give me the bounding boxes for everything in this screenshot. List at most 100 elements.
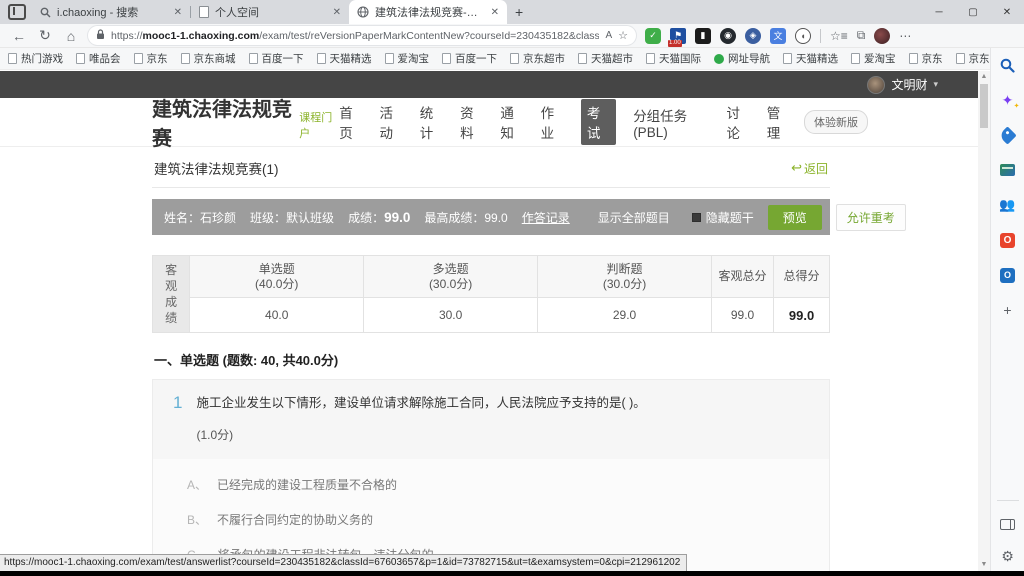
new-version-button[interactable]: 体验新版 [804, 110, 868, 134]
sidebar-panel-icon[interactable] [999, 515, 1017, 533]
outlook-icon[interactable]: O [999, 266, 1017, 284]
read-aloud-icon[interactable]: A [605, 30, 612, 41]
nav-materials[interactable]: 资料 [460, 102, 483, 142]
nav-stats[interactable]: 统计 [420, 102, 443, 142]
search-favicon-icon [40, 7, 51, 18]
user-menu[interactable]: 文明财 ▾ [867, 76, 938, 94]
tab-close-icon[interactable]: ✕ [174, 7, 182, 18]
bookmark[interactable]: 天猫精选 [783, 51, 838, 66]
settings-gear-icon[interactable]: ⚙ [999, 547, 1017, 565]
nav-notice[interactable]: 通知 [500, 102, 523, 142]
collections-icon[interactable]: ⧉ [857, 28, 866, 43]
close-button[interactable]: ✕ [990, 0, 1024, 24]
score: 成绩：99.0 [348, 209, 410, 226]
edge-sidebar: ✦ 👥 O O + ⚙ [990, 48, 1024, 571]
compass-extension-icon[interactable]: ◈ [745, 28, 761, 44]
people-icon[interactable]: 👥 [999, 196, 1017, 214]
class-name: 班级：默认班级 [250, 209, 334, 226]
window-controls: ─ ▢ ✕ [922, 0, 1024, 24]
bookmark[interactable]: 京东超市 [510, 51, 565, 66]
show-all-questions[interactable]: 显示全部题目 [598, 209, 670, 226]
nav-homework[interactable]: 作业 [541, 102, 564, 142]
browser-tab-active[interactable]: 建筑法律法规竞赛-考试 ✕ [349, 0, 507, 24]
copilot-icon[interactable]: ✦ [999, 91, 1017, 109]
bookmark[interactable]: 爱淘宝 [385, 51, 430, 66]
home-icon[interactable]: ⌂ [58, 28, 84, 44]
toolbar-divider [820, 29, 821, 43]
bookmark[interactable]: 京东商城 [181, 51, 236, 66]
bookmark[interactable]: 网址导航 [714, 51, 770, 66]
nav-exam-active[interactable]: 考试 [581, 99, 616, 145]
site-header: 建筑法律法规竞赛 课程门户 首页 活动 统计 资料 通知 作业 考试 分组任务(… [0, 98, 978, 147]
cookie-extension-icon[interactable]: ◖ [795, 28, 811, 44]
option-b[interactable]: B、不履行合同约定的协助义务的 [187, 502, 809, 537]
page-favicon-icon [199, 6, 209, 18]
main-nav: 首页 活动 统计 资料 通知 作业 考试 分组任务(PBL) 讨论 管理 [339, 99, 790, 145]
browser-profile-avatar[interactable] [874, 28, 890, 44]
course-portal-link[interactable]: 课程门户 [299, 109, 339, 141]
flag-extension-icon[interactable]: ⚑1.00 [670, 28, 686, 44]
nav-manage[interactable]: 管理 [767, 102, 790, 142]
answer-record-link[interactable]: 作答记录 [522, 209, 570, 226]
favorites-list-icon[interactable]: ☆≡ [830, 29, 848, 43]
maximize-button[interactable]: ▢ [956, 0, 990, 24]
bookmark[interactable]: 百度一下 [249, 51, 304, 66]
allow-retake-button[interactable]: 允许重考 [836, 204, 906, 231]
bookmark-site-icon [714, 54, 724, 64]
exam-titlebar: 建筑法律法规竞赛(1) ↩返回 [152, 147, 830, 188]
browser-tab-2[interactable]: 个人空间 ✕ [191, 0, 349, 24]
nav-discussion[interactable]: 讨论 [726, 102, 749, 142]
score-cell: 29.0 [538, 298, 712, 333]
tab-actions-icon[interactable] [8, 4, 26, 20]
tab-close-icon[interactable]: ✕ [333, 7, 341, 18]
back-icon[interactable]: ← [6, 28, 32, 44]
sidebar-add-icon[interactable]: + [999, 301, 1017, 319]
status-url-tooltip: https://mooc1-1.chaoxing.com/exam/test/a… [0, 554, 687, 571]
github-icon[interactable]: ◉ [720, 28, 736, 44]
refresh-icon[interactable]: ↻ [32, 27, 58, 44]
minimize-button[interactable]: ─ [922, 0, 956, 24]
bookmark-page-icon [181, 53, 190, 64]
question-number: 1 [173, 394, 182, 443]
hide-stem-checkbox[interactable] [692, 213, 701, 222]
bookmark[interactable]: 天猫国际 [646, 51, 701, 66]
bookmark[interactable]: 京东 [134, 51, 168, 66]
bookmark[interactable]: 爱淘宝 [851, 51, 896, 66]
favorite-star-icon[interactable]: ☆ [618, 29, 628, 42]
bookmark[interactable]: 天猫超市 [578, 51, 633, 66]
course-title: 建筑法律法规竞赛 [152, 93, 297, 151]
hide-stem-toggle[interactable]: 隐藏题干 [692, 209, 754, 226]
nav-activity[interactable]: 活动 [380, 102, 403, 142]
scroll-down-icon[interactable]: ▼ [978, 559, 990, 571]
new-tab-button[interactable]: + [515, 4, 523, 20]
preview-button[interactable]: 预览 [768, 205, 822, 230]
bookmark[interactable]: 天猫精选 [317, 51, 372, 66]
bookmark[interactable]: 唯品会 [76, 51, 121, 66]
sidebar-search-icon[interactable] [999, 56, 1017, 74]
dark-extension-icon[interactable]: ▮ [695, 28, 711, 44]
shopping-icon[interactable] [999, 126, 1017, 144]
address-bar[interactable]: https://mooc1-1.chaoxing.com/exam/test/r… [88, 26, 636, 45]
scroll-up-icon[interactable]: ▲ [978, 71, 990, 83]
nav-group-task[interactable]: 分组任务(PBL) [633, 105, 709, 140]
nav-home[interactable]: 首页 [339, 102, 362, 142]
tab-title: i.chaoxing - 搜索 [57, 4, 168, 20]
page-scrollbar[interactable]: ▲ ▼ [978, 71, 990, 571]
wallet-icon[interactable] [999, 161, 1017, 179]
bookmark[interactable]: 百度一下 [442, 51, 497, 66]
office-icon[interactable]: O [999, 231, 1017, 249]
col-header-single: 单选题(40.0分) [190, 256, 364, 298]
translate-extension-icon[interactable]: 文 [770, 28, 786, 44]
browser-tab-1[interactable]: i.chaoxing - 搜索 ✕ [32, 0, 190, 24]
back-link[interactable]: ↩返回 [791, 160, 828, 177]
best-score: 最高成绩：99.0 [424, 209, 507, 226]
option-a[interactable]: A、已经完成的建设工程质量不合格的 [187, 467, 809, 502]
bookmark-page-icon [317, 53, 326, 64]
more-menu-icon[interactable]: ⋯ [899, 29, 911, 43]
scrollbar-thumb[interactable] [980, 84, 988, 128]
col-header-multi: 多选题(30.0分) [364, 256, 538, 298]
tab-close-icon[interactable]: ✕ [491, 7, 499, 18]
bookmark[interactable]: 京东 [909, 51, 943, 66]
bookmark[interactable]: 热门游戏 [8, 51, 63, 66]
shield-extension-icon[interactable]: ✓ [645, 28, 661, 44]
